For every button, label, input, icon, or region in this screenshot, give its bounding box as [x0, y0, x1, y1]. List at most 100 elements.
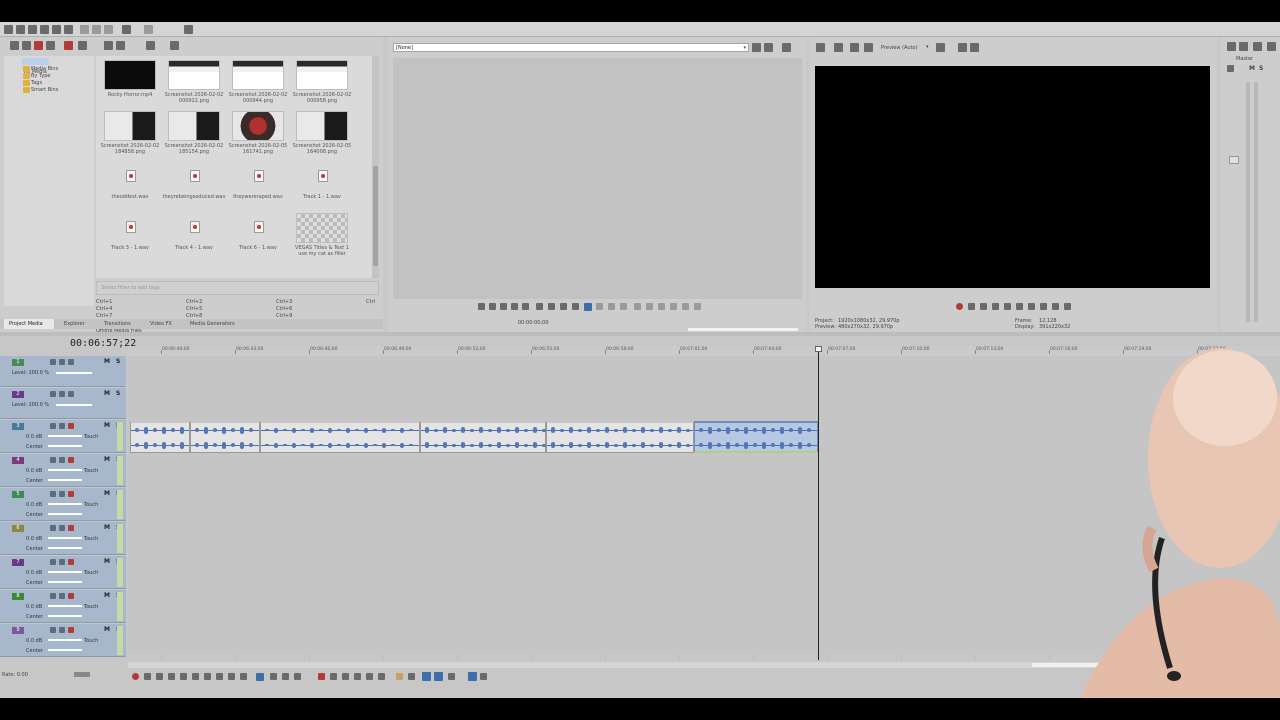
- timeline-transport: [130, 672, 490, 682]
- waveform-peak: [319, 444, 323, 446]
- go-end-icon[interactable]: [240, 673, 247, 680]
- waveform-peak: [265, 444, 269, 446]
- record-icon[interactable]: [132, 673, 139, 680]
- loop-icon[interactable]: [144, 673, 151, 680]
- waveform-peak: [400, 427, 404, 433]
- waveform-peak: [222, 426, 226, 434]
- waveform-peak: [400, 442, 404, 448]
- waveform-peak: [470, 428, 474, 432]
- waveform-peak: [301, 444, 305, 446]
- waveform-peak: [346, 442, 350, 448]
- go-start-icon[interactable]: [204, 673, 211, 680]
- waveform-peak: [488, 443, 492, 447]
- lock-envelopes-icon[interactable]: [468, 672, 477, 681]
- waveform-peak: [452, 443, 456, 447]
- auto-crossfade-icon[interactable]: [434, 672, 443, 681]
- delete-icon[interactable]: [318, 673, 325, 680]
- waveform-peak: [319, 429, 323, 431]
- waveform-peak: [364, 442, 368, 448]
- envelope-tool-icon[interactable]: [270, 673, 277, 680]
- waveform-peak: [283, 429, 287, 431]
- audio-clip[interactable]: [130, 421, 190, 453]
- waveform-peak: [641, 427, 645, 433]
- waveform-peak: [144, 441, 148, 449]
- prev-frame-icon[interactable]: [216, 673, 223, 680]
- shoulder-shape: [1080, 578, 1280, 698]
- audio-clip[interactable]: [420, 421, 546, 453]
- waveform-peak: [135, 428, 139, 432]
- audio-clip[interactable]: [260, 421, 420, 453]
- waveform-peak: [506, 443, 510, 447]
- waveform-peak: [249, 443, 253, 447]
- waveform-peak: [391, 444, 395, 446]
- trim-start-icon[interactable]: [342, 673, 349, 680]
- waveform-peak: [346, 427, 350, 433]
- waveform-peak: [382, 427, 386, 433]
- rate-slider[interactable]: [74, 672, 90, 677]
- waveform-peak: [310, 442, 314, 448]
- waveform-peak: [650, 443, 654, 447]
- region-icon[interactable]: [408, 673, 415, 680]
- waveform-peak: [807, 428, 811, 432]
- waveform-peak: [195, 443, 199, 447]
- waveform-peak: [551, 427, 555, 433]
- lock-icon[interactable]: [378, 673, 385, 680]
- waveform-peak: [623, 442, 627, 448]
- waveform-peak: [578, 428, 582, 432]
- waveform-peak: [240, 441, 244, 449]
- rate-label: Rate: 0.00: [2, 672, 28, 678]
- waveform-peak: [677, 427, 681, 433]
- waveform-peak: [717, 443, 721, 447]
- stop-icon[interactable]: [192, 673, 199, 680]
- waveform-peak: [162, 426, 166, 434]
- trim-end-icon[interactable]: [354, 673, 361, 680]
- ear-shape: [1142, 525, 1159, 573]
- waveform-peak: [443, 427, 447, 433]
- waveform-peak: [515, 427, 519, 433]
- audio-clip[interactable]: [190, 421, 260, 453]
- waveform-peak: [578, 443, 582, 447]
- waveform-peak: [717, 428, 721, 432]
- marker-icon[interactable]: [396, 673, 403, 680]
- waveform-peak: [771, 428, 775, 432]
- waveform-peak: [328, 427, 332, 433]
- waveform-peak: [659, 427, 663, 433]
- waveform-peak: [524, 428, 528, 432]
- selected-audio-clip[interactable]: [694, 421, 818, 453]
- next-frame-icon[interactable]: [228, 673, 235, 680]
- ripple-icon[interactable]: [448, 673, 455, 680]
- pause-icon[interactable]: [180, 673, 187, 680]
- normal-edit-tool-icon[interactable]: [256, 673, 264, 681]
- waveform-peak: [798, 426, 802, 434]
- trim-icon[interactable]: [330, 673, 337, 680]
- selection-tool-icon[interactable]: [282, 673, 289, 680]
- play-icon[interactable]: [168, 673, 175, 680]
- zoom-tool-icon[interactable]: [294, 673, 301, 680]
- waveform-peak: [726, 441, 730, 449]
- ignore-grouping-icon[interactable]: [480, 673, 487, 680]
- waveform-peak: [506, 428, 510, 432]
- playhead[interactable]: [818, 348, 819, 660]
- waveform-peak: [708, 426, 712, 434]
- waveform-peak: [497, 427, 501, 433]
- waveform-peak: [650, 428, 654, 432]
- waveform-peak: [461, 427, 465, 433]
- playhead-marker[interactable]: [815, 346, 822, 352]
- waveform-peak: [452, 428, 456, 432]
- waveform-peak: [686, 443, 690, 447]
- snapping-icon[interactable]: [422, 672, 431, 681]
- waveform-peak: [762, 426, 766, 434]
- waveform-peak: [524, 443, 528, 447]
- play-from-start-icon[interactable]: [156, 673, 163, 680]
- audio-clip[interactable]: [546, 421, 694, 453]
- waveform-peak: [699, 443, 703, 447]
- split-icon[interactable]: [366, 673, 373, 680]
- waveform-peak: [623, 427, 627, 433]
- waveform-peak: [425, 442, 429, 448]
- waveform-peak: [171, 443, 175, 447]
- waveform-peak: [560, 443, 564, 447]
- waveform-peak: [744, 441, 748, 449]
- waveform-peak: [587, 427, 591, 433]
- waveform-peak: [213, 428, 217, 432]
- waveform-peak: [443, 442, 447, 448]
